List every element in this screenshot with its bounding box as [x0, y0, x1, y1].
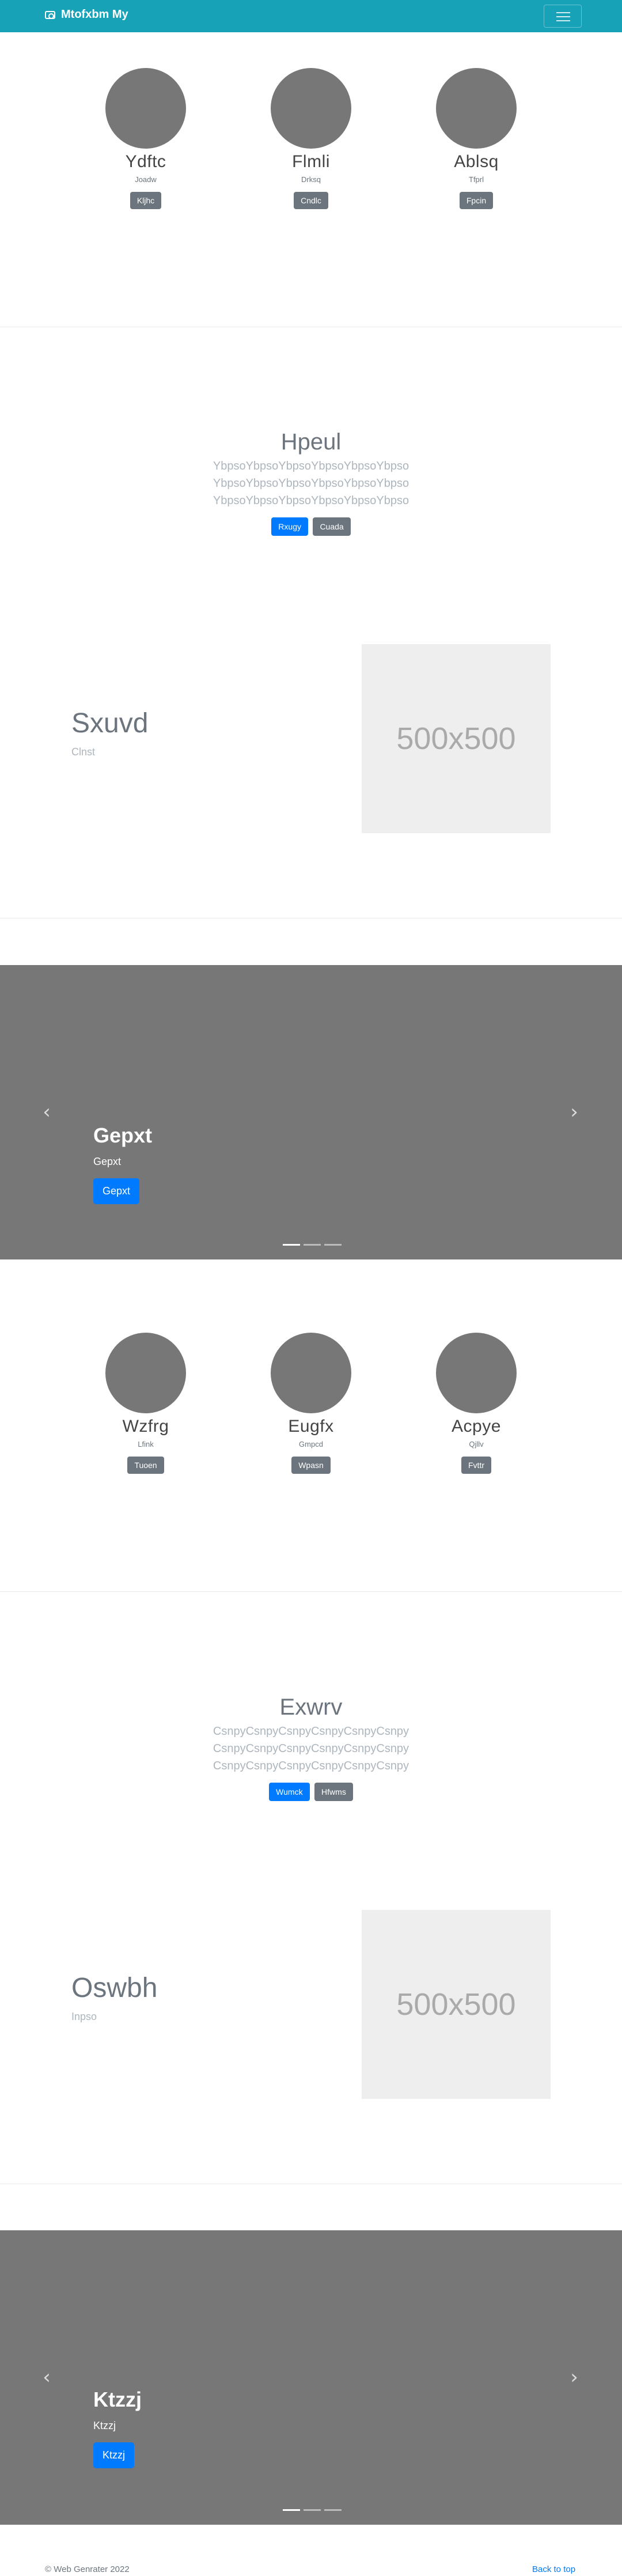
lead-line: CsnpyCsnpyCsnpyCsnpyCsnpyCsnpy	[213, 1742, 409, 1755]
jumbotron-title: Exwrv	[279, 1694, 343, 1720]
team-member: Flmli Drksq Cndlc	[253, 68, 369, 209]
carousel-next-button[interactable]: ›	[566, 2366, 583, 2389]
hamburger-icon	[556, 12, 570, 13]
chevron-right-icon: ›	[570, 2366, 578, 2389]
feature-heading: Oswbh	[71, 1973, 158, 2003]
lead-line: YbpsoYbpsoYbpsoYbpsoYbpsoYbpso	[213, 460, 409, 472]
avatar	[436, 68, 517, 149]
carousel-text: Ktzzj	[93, 2420, 116, 2431]
secondary-button[interactable]: Hfwms	[314, 1783, 353, 1801]
placeholder-image: 500x500	[362, 644, 551, 833]
member-button[interactable]: Kljhc	[130, 192, 162, 209]
member-button[interactable]: Tuoen	[127, 1457, 164, 1474]
member-name: Ablsq	[454, 152, 499, 171]
member-role: Qjllv	[469, 1440, 484, 1448]
member-button[interactable]: Cndlc	[294, 192, 328, 209]
back-to-top-link[interactable]: Back to top	[532, 2564, 575, 2574]
feature-heading: Sxuvd	[71, 708, 149, 739]
team-member: Ablsq Tfprl Fpcin	[419, 68, 534, 209]
member-name: Flmli	[292, 152, 330, 171]
member-name: Acpye	[452, 1417, 501, 1436]
carousel-caption: Ktzzj Ktzzj Ktzzj	[93, 2388, 142, 2468]
member-role: Gmpcd	[299, 1440, 323, 1448]
carousel-indicator[interactable]	[304, 1244, 321, 1246]
avatar	[105, 68, 186, 149]
carousel-button[interactable]: Ktzzj	[93, 2442, 135, 2468]
placeholder-label: 500x500	[396, 721, 516, 756]
member-button[interactable]: Fvttr	[461, 1457, 491, 1474]
lead-line: YbpsoYbpsoYbpsoYbpsoYbpsoYbpso	[213, 494, 409, 507]
jumbotron-buttons: Wumck Hfwms	[0, 1783, 622, 1801]
avatar	[271, 68, 351, 149]
secondary-button[interactable]: Cuada	[313, 517, 351, 536]
member-name: Wzfrg	[122, 1417, 169, 1436]
member-button[interactable]: Wpasn	[291, 1457, 331, 1474]
navbar: Mtofxbm My	[0, 0, 622, 32]
avatar	[105, 1333, 186, 1413]
member-button[interactable]: Fpcin	[459, 192, 494, 209]
jumbotron: Hpeul YbpsoYbpsoYbpsoYbpsoYbpsoYbpso Ybp…	[0, 429, 622, 536]
placeholder-image: 500x500	[362, 1910, 551, 2099]
member-role: Drksq	[301, 175, 321, 184]
team-member: Ydftc Joadw Kljhc	[88, 68, 203, 209]
carousel-indicator[interactable]	[304, 2509, 321, 2511]
carousel-next-button[interactable]: ›	[566, 1100, 583, 1124]
carousel: ‹ › Gepxt Gepxt Gepxt	[0, 965, 622, 1259]
team-member: Eugfx Gmpcd Wpasn	[253, 1333, 369, 1474]
lead-line: CsnpyCsnpyCsnpyCsnpyCsnpyCsnpy	[213, 1760, 409, 1772]
lead-line: CsnpyCsnpyCsnpyCsnpyCsnpyCsnpy	[213, 1725, 409, 1738]
carousel-button[interactable]: Gepxt	[93, 1178, 140, 1204]
carousel-indicators	[281, 1244, 343, 1246]
carousel-indicator[interactable]	[283, 1244, 300, 1246]
carousel-text: Gepxt	[93, 1156, 122, 1167]
carousel: ‹ › Ktzzj Ktzzj Ktzzj	[0, 2230, 622, 2525]
brand-link[interactable]: Mtofxbm My	[45, 8, 128, 21]
chevron-right-icon: ›	[570, 1100, 578, 1124]
chevron-left-icon: ‹	[43, 1100, 51, 1124]
member-role: Joadw	[135, 175, 157, 184]
member-role: Tfprl	[469, 175, 484, 184]
brand-name: Mtofxbm My	[61, 8, 128, 21]
avatar	[436, 1333, 517, 1413]
lead-line: YbpsoYbpsoYbpsoYbpsoYbpsoYbpso	[213, 477, 409, 490]
carousel-title: Ktzzj	[93, 2388, 142, 2411]
navbar-toggle-button[interactable]	[544, 5, 582, 28]
avatar	[271, 1333, 351, 1413]
camera-icon	[45, 10, 55, 19]
carousel-prev-button[interactable]: ‹	[38, 1100, 55, 1124]
member-name: Eugfx	[288, 1417, 334, 1436]
placeholder-label: 500x500	[396, 1987, 516, 2022]
chevron-left-icon: ‹	[43, 2366, 51, 2389]
jumbotron-lead: CsnpyCsnpyCsnpyCsnpyCsnpyCsnpy CsnpyCsnp…	[0, 1723, 622, 1775]
member-role: Lfink	[138, 1440, 154, 1448]
feature-subheading: Inpso	[71, 2011, 97, 2022]
carousel-title: Gepxt	[93, 1124, 153, 1147]
carousel-indicator[interactable]	[283, 2509, 300, 2511]
jumbotron-title: Hpeul	[280, 429, 342, 455]
member-name: Ydftc	[125, 152, 166, 171]
hamburger-icon-line	[556, 20, 570, 21]
primary-button[interactable]: Wumck	[269, 1783, 310, 1801]
team-member: Acpye Qjllv Fvttr	[419, 1333, 534, 1474]
carousel-prev-button[interactable]: ‹	[38, 2366, 55, 2389]
footer-copyright: © Web Genrater 2022	[45, 2564, 130, 2574]
carousel-indicator[interactable]	[324, 1244, 342, 1246]
carousel-indicators	[281, 2509, 343, 2511]
jumbotron: Exwrv CsnpyCsnpyCsnpyCsnpyCsnpyCsnpy Csn…	[0, 1694, 622, 1801]
feature-subheading: Clnst	[71, 746, 96, 758]
jumbotron-buttons: Rxugy Cuada	[0, 517, 622, 536]
hamburger-icon-line	[556, 16, 570, 17]
carousel-caption: Gepxt Gepxt Gepxt	[93, 1124, 152, 1204]
divider	[0, 1591, 622, 1592]
carousel-indicator[interactable]	[324, 2509, 342, 2511]
primary-button[interactable]: Rxugy	[271, 517, 308, 536]
jumbotron-lead: YbpsoYbpsoYbpsoYbpsoYbpsoYbpso YbpsoYbps…	[0, 457, 622, 509]
team-member: Wzfrg Lfink Tuoen	[88, 1333, 203, 1474]
